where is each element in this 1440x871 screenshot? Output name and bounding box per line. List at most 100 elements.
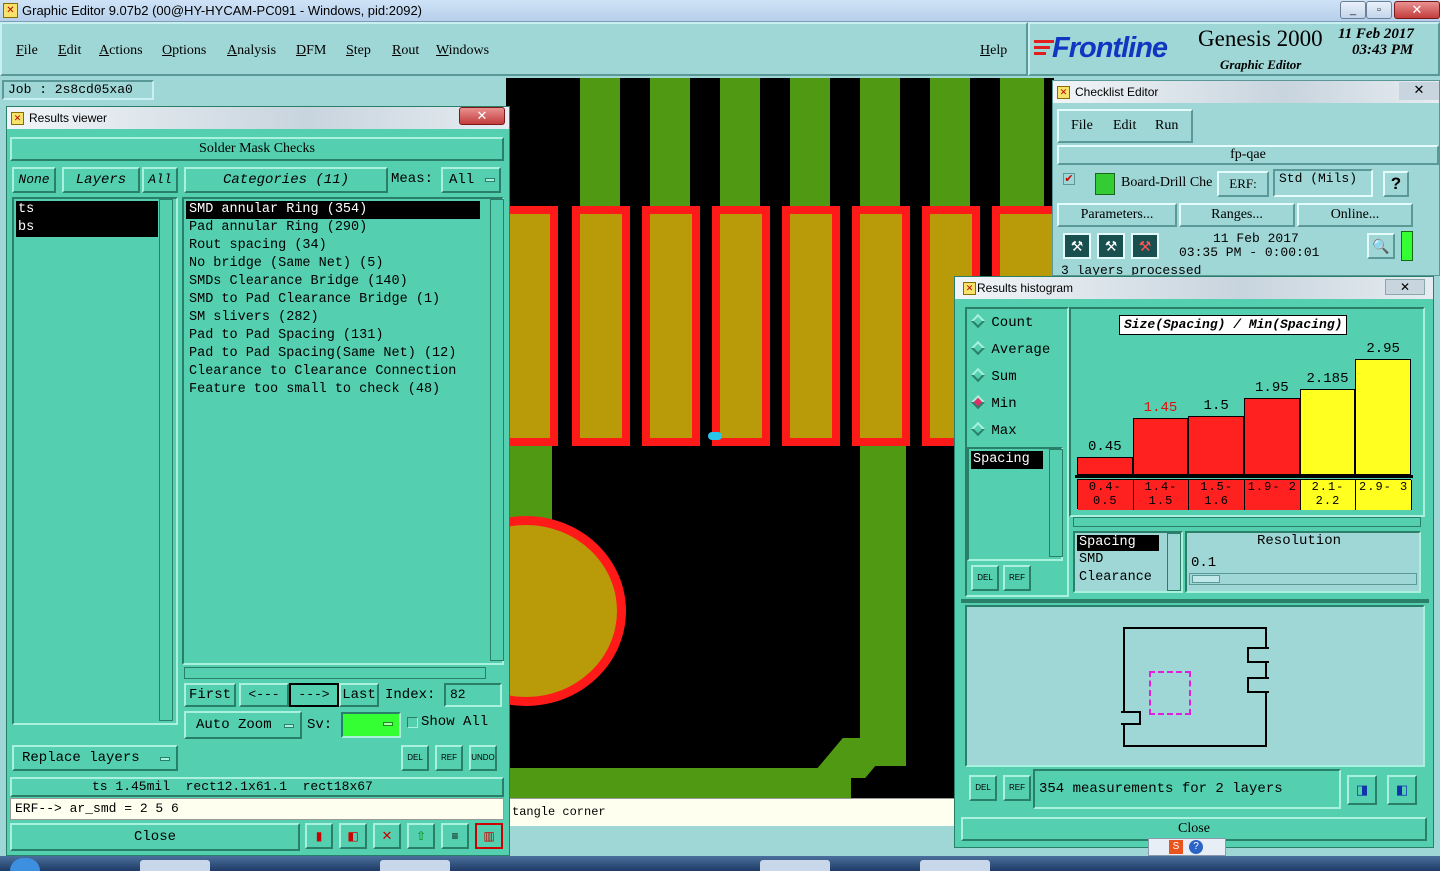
histogram-bar[interactable] xyxy=(1244,398,1300,475)
type-scrollbar[interactable] xyxy=(1167,533,1181,591)
menu-edit[interactable]: Edit xyxy=(58,43,81,59)
category-item[interactable]: Pad annular Ring (290) xyxy=(186,219,500,237)
menu-file[interactable]: File xyxy=(16,43,38,59)
metric-scrollbar[interactable] xyxy=(1049,449,1063,557)
first-button[interactable]: First xyxy=(184,683,236,707)
bin-range-label[interactable]: 2.1- 2.2 xyxy=(1300,480,1357,510)
next-range-icon[interactable]: ◧ xyxy=(1387,775,1417,805)
menu-rout[interactable]: Rout xyxy=(392,43,419,59)
round-pad[interactable] xyxy=(506,516,626,706)
tray-s-icon[interactable]: S xyxy=(1169,840,1183,854)
checklist-menu-run[interactable]: Run xyxy=(1155,118,1178,134)
highlight-icon[interactable]: ◧ xyxy=(339,823,367,849)
chart-hscrollbar[interactable] xyxy=(1073,517,1421,527)
type-item[interactable]: SMD xyxy=(1077,551,1179,569)
histogram-bar[interactable] xyxy=(1355,359,1411,475)
prev-range-icon[interactable]: ◨ xyxy=(1347,775,1377,805)
ref-icon[interactable]: REF xyxy=(1003,565,1031,591)
option-count[interactable]: Count xyxy=(970,313,1033,331)
histogram-bar[interactable] xyxy=(1132,418,1189,475)
start-orb-icon[interactable] xyxy=(10,858,40,871)
resolution-slider[interactable] xyxy=(1189,573,1417,585)
checklist-menu-file[interactable]: File xyxy=(1071,118,1093,134)
category-item[interactable]: Pad to Pad Spacing(Same Net) (12) xyxy=(186,345,500,363)
category-item[interactable]: Feature too small to check (48) xyxy=(186,381,500,399)
meas-dropdown[interactable]: All xyxy=(441,167,501,193)
menu-step[interactable]: Step xyxy=(346,43,371,59)
online-button[interactable]: Online... xyxy=(1297,203,1413,227)
category-item[interactable]: SMD annular Ring (354) xyxy=(186,201,480,219)
checklist-row-checkbox[interactable]: ✔ xyxy=(1063,173,1075,185)
histogram-bar[interactable] xyxy=(1077,457,1133,475)
window-close-button[interactable]: ✕ xyxy=(1394,1,1440,19)
category-item[interactable]: Pad to Pad Spacing (131) xyxy=(186,327,500,345)
last-button[interactable]: Last xyxy=(339,683,379,707)
results-viewer-close-icon[interactable]: ✕ xyxy=(459,107,505,125)
pane-divider[interactable] xyxy=(961,599,1429,603)
layers-scrollbar[interactable] xyxy=(159,199,173,721)
checklist-close-icon[interactable]: ✕ xyxy=(1399,82,1439,100)
replace-layers-dropdown[interactable]: Replace layers xyxy=(12,745,178,771)
metric-item[interactable]: Spacing xyxy=(971,451,1043,469)
sv-dropdown[interactable] xyxy=(341,712,401,738)
category-item[interactable]: SM slivers (282) xyxy=(186,309,500,327)
index-input[interactable]: 82 xyxy=(444,683,502,707)
del-icon[interactable]: DEL xyxy=(971,565,999,591)
menu-options[interactable]: Options xyxy=(162,43,206,59)
slider-thumb[interactable] xyxy=(1192,575,1220,583)
del-icon[interactable]: DEL xyxy=(401,745,429,771)
layer-item[interactable]: ts xyxy=(16,201,158,219)
category-item[interactable]: Clearance to Clearance Connection xyxy=(186,363,482,381)
smd-pad[interactable] xyxy=(712,206,770,446)
histogram-icon[interactable]: ▥ xyxy=(475,823,503,849)
ranges-button[interactable]: Ranges... xyxy=(1179,203,1295,227)
categories-button[interactable]: Categories (11) xyxy=(184,167,388,193)
zoom-window-marker[interactable] xyxy=(1149,671,1191,715)
menu-actions[interactable]: Actions xyxy=(99,43,143,59)
bin-range-label[interactable]: 1.9- 2 xyxy=(1245,480,1301,510)
std-units-field[interactable]: Std (Mils) xyxy=(1273,169,1373,197)
tray-help-icon[interactable]: ? xyxy=(1189,840,1203,854)
histogram-bar[interactable] xyxy=(1188,416,1244,475)
taskbar-app-button[interactable] xyxy=(760,860,830,871)
smd-pad[interactable] xyxy=(506,206,558,446)
ref-icon[interactable]: REF xyxy=(435,745,463,771)
bin-range-label[interactable]: 1.5- 1.6 xyxy=(1189,480,1245,510)
bin-range-label[interactable]: 2.9- 3 xyxy=(1356,480,1412,510)
category-item[interactable]: SMDs Clearance Bridge (140) xyxy=(186,273,500,291)
checklist-help-button[interactable]: ? xyxy=(1383,171,1409,197)
menu-dfm[interactable]: DFM xyxy=(296,43,326,59)
categories-scrollbar[interactable] xyxy=(490,199,504,661)
option-average[interactable]: Average xyxy=(970,340,1050,358)
auto-zoom-dropdown[interactable]: Auto Zoom xyxy=(184,711,302,739)
categories-hscrollbar[interactable] xyxy=(184,667,486,679)
checklist-row-label[interactable]: Board-Drill Che xyxy=(1121,175,1225,191)
menu-analysis[interactable]: Analysis xyxy=(227,43,276,59)
taskbar-app-button[interactable] xyxy=(920,860,990,871)
category-item[interactable]: SMD to Pad Clearance Bridge (1) xyxy=(186,291,500,309)
type-item[interactable]: Spacing xyxy=(1077,535,1159,551)
run-all-icon[interactable]: ⚒ xyxy=(1063,233,1091,259)
next-button[interactable]: ---> xyxy=(289,683,339,707)
parameters-button[interactable]: Parameters... xyxy=(1057,203,1177,227)
category-item[interactable]: Rout spacing (34) xyxy=(186,237,500,255)
run-selected-icon[interactable]: ⚒ xyxy=(1097,233,1125,259)
results-viewer-close-button[interactable]: Close xyxy=(10,823,300,851)
smd-pad[interactable] xyxy=(852,206,910,446)
type-item[interactable]: Clearance xyxy=(1077,569,1179,587)
option-min[interactable]: Min xyxy=(970,394,1017,412)
export-icon[interactable]: ⇧ xyxy=(407,823,435,849)
bin-range-label[interactable]: 0.4- 0.5 xyxy=(1078,480,1134,510)
ref-icon[interactable]: REF xyxy=(1003,775,1031,801)
histogram-bar[interactable] xyxy=(1299,389,1356,475)
marker-icon[interactable]: ▮ xyxy=(305,823,333,849)
smd-pad[interactable] xyxy=(642,206,700,446)
minimize-button[interactable]: _ xyxy=(1340,1,1366,19)
histogram-close-icon[interactable]: ✕ xyxy=(1385,279,1425,295)
del-icon[interactable]: DEL xyxy=(969,775,997,801)
option-max[interactable]: Max xyxy=(970,421,1017,439)
undo-icon[interactable]: UNDO xyxy=(469,745,497,771)
bin-range-label[interactable]: 1.4- 1.5 xyxy=(1133,480,1190,510)
report-icon[interactable]: ≡ xyxy=(441,823,469,849)
taskbar-app-button[interactable] xyxy=(140,860,210,871)
